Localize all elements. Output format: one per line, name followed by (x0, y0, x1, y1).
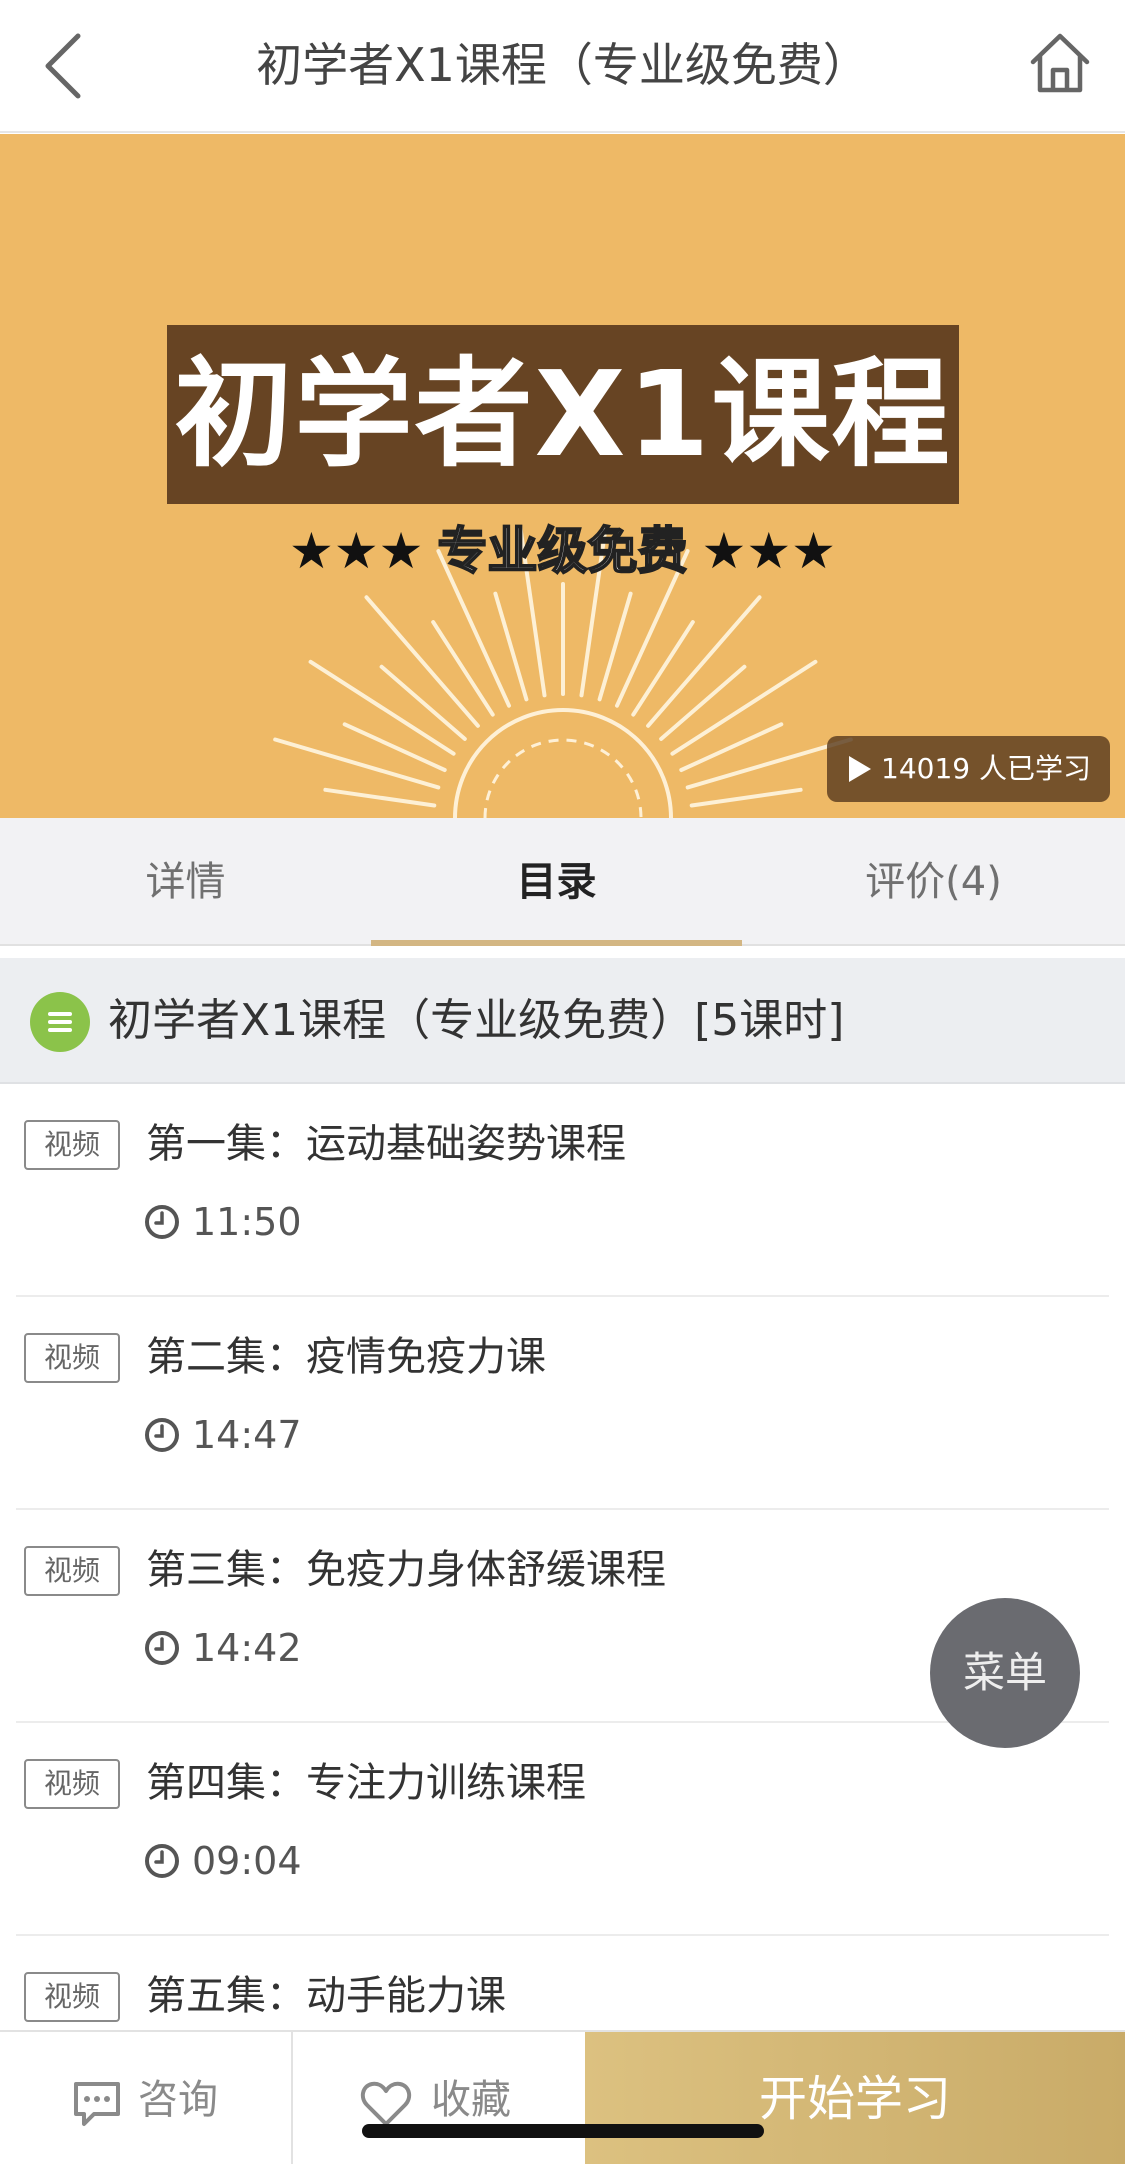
chapter-header[interactable]: 初学者X1课程（专业级免费）[5课时] (0, 958, 1125, 1084)
video-badge: 视频 (24, 1972, 120, 2022)
chevron-left-icon[interactable] (30, 26, 100, 106)
learner-count: 14019 人已学习 (881, 752, 1091, 785)
nav-bar: 初学者X1课程（专业级免费） (0, 0, 1125, 133)
list-item[interactable]: 视频 第一集：运动基础姿势课程 11:50 (0, 1084, 1125, 1297)
lesson-title: 第四集：专注力训练课程 (146, 1760, 586, 1806)
favorite-button[interactable]: 收藏 (293, 2032, 585, 2164)
lesson-title: 第三集：免疫力身体舒缓课程 (146, 1547, 666, 1593)
lesson-duration: 14:42 (192, 1626, 302, 1670)
learner-count-badge: 14019 人已学习 (827, 736, 1110, 802)
clock-icon (145, 1631, 179, 1665)
lesson-title: 第五集：动手能力课 (146, 1973, 506, 2019)
lesson-title: 第二集：疫情免疫力课 (146, 1334, 546, 1380)
page-title: 初学者X1课程（专业级免费） (256, 38, 869, 92)
list-item[interactable]: 视频 第四集：专注力训练课程 09:04 (0, 1723, 1125, 1936)
list-item[interactable]: 视频 第二集：疫情免疫力课 14:47 (0, 1297, 1125, 1510)
tab-bar: 详情 目录 评价(4) (0, 818, 1125, 946)
stars-left: ★★★ (289, 522, 424, 580)
clock-icon (145, 1844, 179, 1878)
stars-right: ★★★ (701, 522, 836, 580)
consult-label: 咨询 (138, 2077, 218, 2123)
video-badge: 视频 (24, 1546, 120, 1596)
video-badge: 视频 (24, 1120, 120, 1170)
video-badge: 视频 (24, 1333, 120, 1383)
banner-title: 初学者X1课程 (174, 345, 952, 483)
clock-icon (145, 1418, 179, 1452)
home-indicator (362, 2124, 764, 2138)
banner-subtitle: 专业级免费 (437, 521, 689, 581)
active-tab-indicator (371, 940, 742, 946)
tab-details[interactable]: 详情 (0, 818, 371, 946)
course-banner[interactable]: 初学者X1课程 ★★★ 专业级免费 ★★★ 14019 人已学习 (0, 134, 1125, 818)
lesson-duration: 14:47 (192, 1413, 302, 1457)
lesson-duration: 11:50 (192, 1200, 302, 1244)
start-learning-button[interactable]: 开始学习 (585, 2032, 1125, 2164)
bottom-action-bar: 咨询 收藏 开始学习 (0, 2030, 1125, 2164)
chapter-title: 初学者X1课程（专业级免费）[5课时] (108, 995, 845, 1046)
menu-button[interactable]: 菜单 (930, 1598, 1080, 1748)
tab-reviews[interactable]: 评价(4) (742, 818, 1125, 946)
favorite-label: 收藏 (431, 2077, 511, 2123)
lesson-title: 第一集：运动基础姿势课程 (146, 1121, 626, 1167)
home-icon[interactable] (1025, 28, 1095, 98)
chat-icon (74, 2082, 120, 2126)
consult-button[interactable]: 咨询 (0, 2032, 293, 2164)
tab-catalog[interactable]: 目录 (371, 818, 742, 946)
video-badge: 视频 (24, 1759, 120, 1809)
play-icon (849, 756, 871, 782)
list-icon (30, 992, 90, 1052)
banner-subtitle-row: ★★★ 专业级免费 ★★★ (0, 516, 1125, 586)
clock-icon (145, 1205, 179, 1239)
lesson-duration: 09:04 (192, 1839, 302, 1883)
heart-icon (360, 2081, 412, 2126)
course-page: 初学者X1课程（专业级免费） 初学者X1课程 ★★★ 专业级免费 ★★★ 14019… (0, 0, 1125, 2164)
